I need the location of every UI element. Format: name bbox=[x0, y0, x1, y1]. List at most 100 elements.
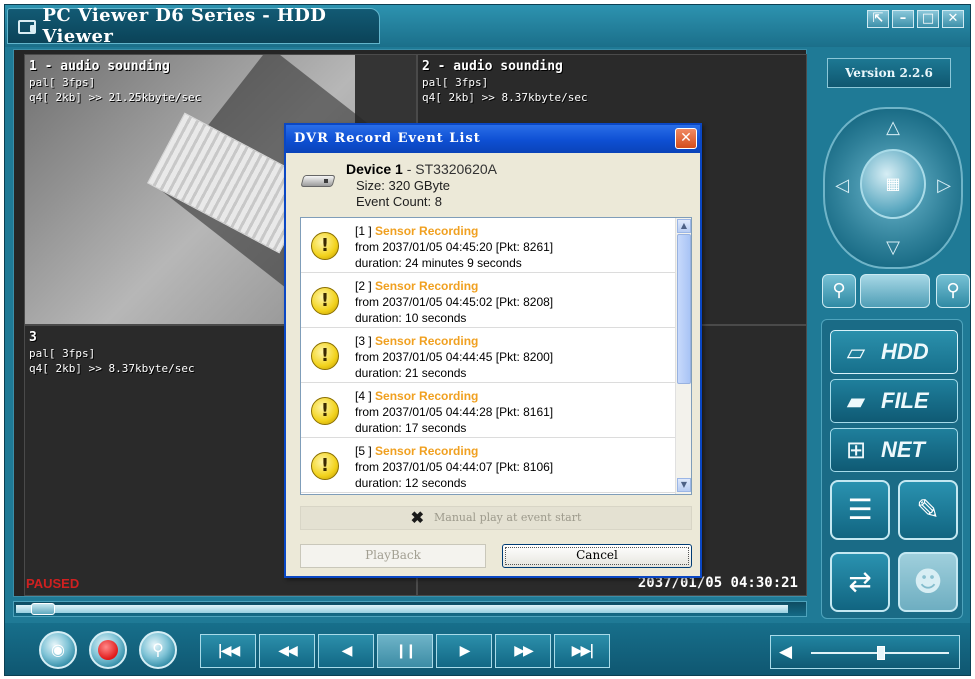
scroll-down-icon[interactable]: ▼ bbox=[677, 478, 691, 492]
record-button[interactable] bbox=[89, 631, 127, 669]
camera-format: pal[ 3fps] bbox=[29, 76, 96, 89]
manual-play-label: Manual play at event start bbox=[434, 511, 582, 524]
skip-to-end-button[interactable]: ▶▶| bbox=[554, 634, 610, 668]
camera-title: 1 - audio sounding bbox=[29, 59, 170, 74]
event-count: Event Count: 8 bbox=[356, 194, 442, 209]
cross-icon: ✖ bbox=[410, 508, 424, 527]
camera-title: 2 - audio sounding bbox=[422, 59, 563, 74]
camera-rate: q4[ 2kb] >> 8.37kbyte/sec bbox=[29, 362, 195, 375]
playback-toolbar: ◉ ⚲ |◀◀ ◀◀ ◀ ❙❙ ▶ ▶▶ ▶▶| ◀ bbox=[5, 623, 970, 675]
list-item[interactable]: ! [5 ] Sensor Recording from 2037/01/05 … bbox=[301, 438, 676, 493]
pause-button[interactable]: ❙❙ bbox=[377, 634, 433, 668]
cancel-button[interactable]: Cancel bbox=[502, 544, 692, 568]
zoom-out-icon[interactable]: ⚲ bbox=[936, 274, 970, 308]
snapshot-button[interactable]: ◉ bbox=[39, 631, 77, 669]
camera-format: pal[ 3fps] bbox=[422, 76, 489, 89]
list-item[interactable]: ! [3 ] Sensor Recording from 2037/01/05 … bbox=[301, 328, 676, 383]
search-button[interactable]: ⚲ bbox=[139, 631, 177, 669]
event-type: Sensor Recording bbox=[375, 334, 479, 348]
event-duration: duration: 10 seconds bbox=[355, 311, 467, 325]
minimize-button[interactable]: – bbox=[892, 10, 914, 28]
dialog-title: DVR Record Event List bbox=[286, 125, 700, 153]
play-reverse-icon: ◀ bbox=[341, 643, 353, 659]
search-icon: ⚲ bbox=[152, 640, 164, 659]
list-item[interactable]: ! [4 ] Sensor Recording from 2037/01/05 … bbox=[301, 383, 676, 438]
zoom-bar[interactable] bbox=[860, 274, 930, 308]
event-index: [1 ] bbox=[355, 224, 372, 238]
title-tab: PC Viewer D6 Series - HDD Viewer bbox=[7, 5, 380, 47]
camera-format: pal[ 3fps] bbox=[29, 347, 96, 360]
ptz-left-icon[interactable]: ◁ bbox=[823, 167, 861, 205]
event-type: Sensor Recording bbox=[375, 279, 479, 293]
speaker-icon: ◀ bbox=[779, 642, 793, 662]
rewind-button[interactable]: ◀◀ bbox=[259, 634, 315, 668]
hdd-mode-button[interactable]: ▱ HDD bbox=[830, 330, 958, 374]
skip-end-icon: ▶▶| bbox=[571, 643, 595, 659]
progress-knob[interactable] bbox=[31, 603, 55, 615]
scroll-thumb[interactable] bbox=[677, 234, 691, 384]
play-icon: ▶ bbox=[459, 643, 471, 659]
ptz-down-icon[interactable]: ▽ bbox=[874, 229, 912, 267]
volume-knob[interactable] bbox=[877, 646, 885, 660]
event-from: from 2037/01/05 04:44:45 [Pkt: 8200] bbox=[355, 350, 554, 364]
zoom-in-icon[interactable]: ⚲ bbox=[822, 274, 856, 308]
event-type: Sensor Recording bbox=[375, 444, 479, 458]
settings-button[interactable]: ✎ bbox=[898, 480, 958, 540]
export-button[interactable]: ⇄ bbox=[830, 552, 890, 612]
folder-icon: ▰ bbox=[846, 387, 866, 415]
list-button[interactable]: ☰ bbox=[830, 480, 890, 540]
users-button[interactable]: ☻ bbox=[898, 552, 958, 612]
event-duration: duration: 17 seconds bbox=[355, 421, 467, 435]
playback-controls: |◀◀ ◀◀ ◀ ❙❙ ▶ ▶▶ ▶▶| bbox=[200, 634, 620, 668]
dialog-close-button[interactable]: ✕ bbox=[675, 128, 697, 149]
title-bar: PC Viewer D6 Series - HDD Viewer ⇱ – □ ✕ bbox=[5, 5, 970, 47]
version-label: Version 2.2.6 bbox=[827, 58, 951, 88]
manual-play-button[interactable]: ✖ Manual play at event start bbox=[300, 506, 692, 530]
warning-icon: ! bbox=[311, 232, 339, 260]
file-mode-button[interactable]: ▰ FILE bbox=[830, 379, 958, 423]
event-type: Sensor Recording bbox=[375, 389, 479, 403]
progress-slider[interactable] bbox=[13, 601, 807, 617]
device-name: Device 1 - ST3320620A bbox=[346, 161, 497, 177]
camera-title: 3 bbox=[29, 330, 37, 345]
playback-button[interactable]: PlayBack bbox=[300, 544, 486, 568]
event-duration: duration: 12 seconds bbox=[355, 476, 467, 490]
event-list-scrollbar[interactable]: ▲ ▼ bbox=[675, 218, 691, 494]
ptz-up-icon[interactable]: △ bbox=[874, 109, 912, 147]
list-icon: ☰ bbox=[847, 493, 873, 526]
scroll-up-icon[interactable]: ▲ bbox=[677, 219, 691, 233]
ptz-right-icon[interactable]: ▷ bbox=[925, 167, 963, 205]
event-from: from 2037/01/05 04:44:28 [Pkt: 8161] bbox=[355, 405, 554, 419]
play-reverse-button[interactable]: ◀ bbox=[318, 634, 374, 668]
event-index: [4 ] bbox=[355, 389, 372, 403]
net-mode-button[interactable]: ⊞ NET bbox=[830, 428, 958, 472]
skip-start-icon: |◀◀ bbox=[217, 643, 241, 659]
close-button[interactable]: ✕ bbox=[942, 10, 964, 28]
event-from: from 2037/01/05 04:44:07 [Pkt: 8106] bbox=[355, 460, 554, 474]
warning-icon: ! bbox=[311, 397, 339, 425]
camera-rate: q4[ 2kb] >> 8.37kbyte/sec bbox=[422, 91, 588, 104]
event-from: from 2037/01/05 04:45:02 [Pkt: 8208] bbox=[355, 295, 554, 309]
maximize-button[interactable]: □ bbox=[917, 10, 939, 28]
control-panel: Version 2.2.6 △ ▽ ◁ ▷ ▦ ⚲ ⚲ ▱ HDD ▰ FILE… bbox=[815, 49, 970, 621]
skip-to-start-button[interactable]: |◀◀ bbox=[200, 634, 256, 668]
users-icon: ☻ bbox=[913, 565, 943, 598]
close-icon: ✕ bbox=[680, 130, 692, 146]
pin-button[interactable]: ⇱ bbox=[867, 10, 889, 28]
event-duration: duration: 24 minutes 9 seconds bbox=[355, 256, 522, 270]
export-icon: ⇄ bbox=[848, 565, 872, 598]
mode-panel: ▱ HDD ▰ FILE ⊞ NET ☰ ✎ ⇄ ☻ bbox=[821, 319, 963, 619]
list-item[interactable]: ! [1 ] Sensor Recording from 2037/01/05 … bbox=[301, 218, 676, 273]
record-icon bbox=[98, 640, 118, 660]
list-item[interactable]: ! [2 ] Sensor Recording from 2037/01/05 … bbox=[301, 273, 676, 328]
app-icon bbox=[16, 18, 37, 34]
fast-forward-button[interactable]: ▶▶ bbox=[495, 634, 551, 668]
device-model: - ST3320620A bbox=[402, 161, 497, 177]
event-index: [5 ] bbox=[355, 444, 372, 458]
event-list[interactable]: ! [1 ] Sensor Recording from 2037/01/05 … bbox=[300, 217, 692, 495]
play-button[interactable]: ▶ bbox=[436, 634, 492, 668]
event-index: [3 ] bbox=[355, 334, 372, 348]
hdd-label: HDD bbox=[881, 339, 929, 364]
zoom-row: ⚲ ⚲ bbox=[818, 274, 970, 312]
ptz-center-button[interactable]: ▦ bbox=[860, 149, 926, 219]
